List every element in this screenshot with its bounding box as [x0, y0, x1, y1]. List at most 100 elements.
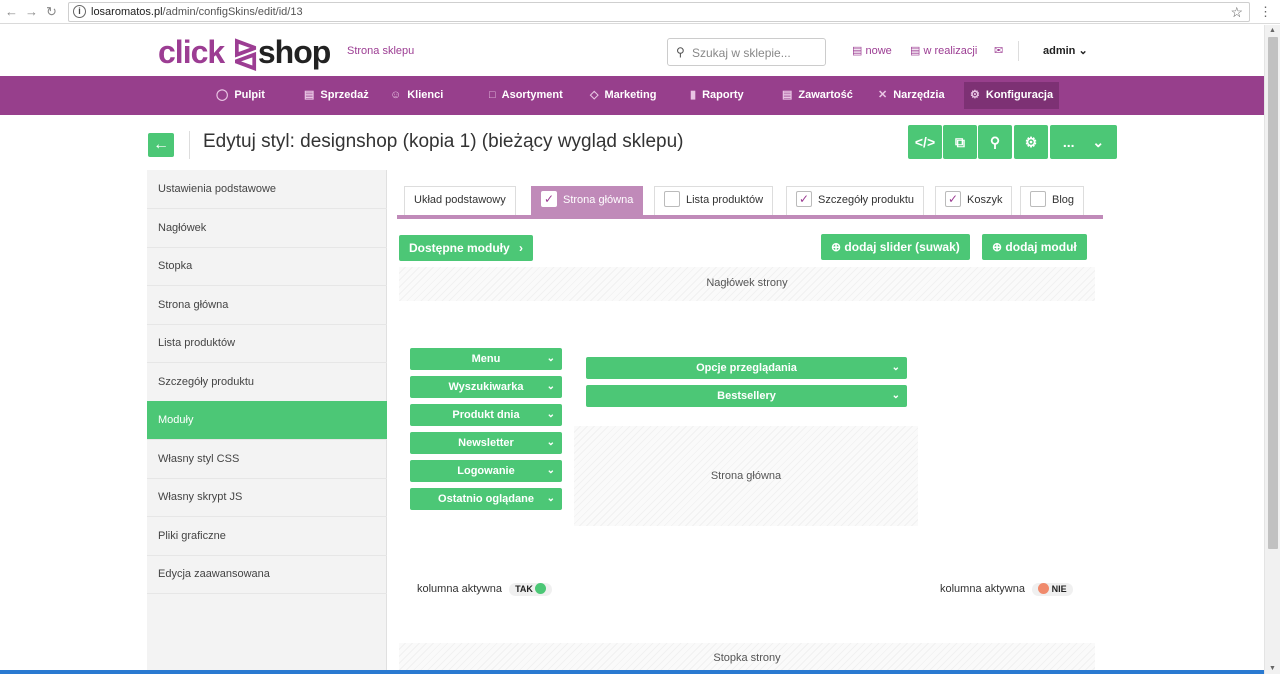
nav-item-asortyment[interactable]: □ Asortyment [489, 76, 563, 115]
mail-icon[interactable]: ✉ [994, 44, 1003, 57]
status-dot-inactive [1038, 583, 1050, 595]
top-header: click ⧎shop Strona sklepu ⚲ Szukaj w skl… [0, 25, 1264, 76]
nav-item-sprzedaz[interactable]: ▤ Sprzedaż [304, 76, 369, 115]
tab-uklad-podstawowy[interactable]: Układ podstawowy [404, 186, 516, 215]
sidebar-item-strona-glowna[interactable]: Strona główna [147, 286, 387, 325]
sidebar-item-pliki[interactable]: Pliki graficzne [147, 517, 387, 556]
module-bestsellery[interactable]: Bestsellery ⌄ [586, 385, 907, 407]
plus-circle-icon: ⊕ [831, 240, 842, 254]
store-link[interactable]: Strona sklepu [347, 45, 414, 57]
tab-lista-produktow[interactable]: Lista produktów [654, 186, 774, 215]
orders-new-link[interactable]: ▤ nowe [852, 44, 892, 57]
tab-strona-glowna[interactable]: ✓ Strona główna [531, 186, 644, 215]
user-menu[interactable]: admin ⌄ [1043, 44, 1088, 57]
nav-item-marketing[interactable]: ◇ Marketing [590, 76, 656, 115]
footer-zone[interactable]: Stopka strony [399, 643, 1095, 670]
scroll-up-icon[interactable]: ▲ [1269, 27, 1276, 34]
sidebar: Ustawienia podstawowe Nagłówek Stopka St… [147, 170, 387, 674]
right-column-toggle[interactable]: NIE [1032, 583, 1073, 597]
chevron-down-icon[interactable]: ⌄ [892, 357, 900, 379]
bar-chart-icon: ▮ [690, 89, 697, 101]
back-button[interactable]: ← [148, 133, 174, 157]
page-scrollbar[interactable]: ▲ ▼ [1264, 25, 1280, 674]
left-column-status: kolumna aktywna TAK [417, 583, 553, 597]
checkbox-icon[interactable] [664, 191, 680, 208]
browser-toolbar: ← → ↻ i losaromatos.pl/admin/configSkins… [0, 0, 1280, 24]
tools-icon: ✕ [878, 89, 888, 101]
sidebar-item-szczegoly[interactable]: Szczegóły produktu [147, 363, 387, 402]
checkbox-checked-icon[interactable]: ✓ [796, 191, 812, 208]
more-actions-button[interactable]: ... ⌄ [1050, 125, 1117, 159]
tab-szczegoly-produktu[interactable]: ✓ Szczegóły produktu [786, 186, 924, 215]
sidebar-item-css[interactable]: Własny styl CSS [147, 440, 387, 479]
code-view-button[interactable]: </> [908, 125, 942, 159]
reload-icon[interactable]: ↻ [46, 4, 57, 20]
tag-icon: ◇ [590, 89, 599, 101]
checkbox-icon[interactable] [1030, 191, 1046, 208]
nav-item-zawartosc[interactable]: ▤ Zawartość [782, 76, 853, 115]
address-bar[interactable]: i losaromatos.pl/admin/configSkins/edit/… [68, 2, 1250, 22]
chevron-down-icon[interactable]: ⌄ [547, 488, 555, 510]
divider [189, 131, 190, 159]
module-menu[interactable]: Menu ⌄ [410, 348, 562, 370]
checkbox-checked-icon[interactable]: ✓ [541, 191, 557, 208]
sidebar-item-naglowek[interactable]: Nagłówek [147, 209, 387, 248]
checkbox-checked-icon[interactable]: ✓ [945, 191, 961, 208]
scroll-down-icon[interactable]: ▼ [1269, 665, 1276, 672]
module-produkt-dnia[interactable]: Produkt dnia ⌄ [410, 404, 562, 426]
available-modules-button[interactable]: Dostępne moduły › [399, 235, 534, 261]
module-ostatnio-ogladane[interactable]: Ostatnio oglądane ⌄ [410, 488, 562, 510]
logo[interactable]: click ⧎shop [158, 33, 331, 71]
scrollbar-thumb[interactable] [1268, 37, 1278, 549]
orders-in-progress-link[interactable]: ▤ w realizacji [910, 44, 977, 57]
add-slider-button[interactable]: ⊕ dodaj slider (suwak) [821, 234, 970, 260]
bookmark-star-icon[interactable]: ☆ [1230, 4, 1243, 21]
page-title: Edytuj styl: designshop (kopia 1) (bieżą… [203, 131, 684, 152]
sidebar-item-moduly[interactable]: Moduły [147, 401, 387, 440]
chevron-down-icon[interactable]: ⌄ [547, 348, 555, 370]
main-zone[interactable]: Strona główna [574, 426, 918, 526]
sidebar-item-lista-produktow[interactable]: Lista produktów [147, 324, 387, 363]
back-arrow-icon[interactable]: ← [5, 4, 18, 20]
sidebar-item-ustawienia[interactable]: Ustawienia podstawowe [147, 170, 387, 209]
header-zone[interactable]: Nagłówek strony [399, 267, 1095, 301]
preview-button[interactable]: ⚲ [978, 125, 1012, 159]
left-column-toggle[interactable]: TAK [509, 583, 553, 597]
arrow-left-icon: ← [153, 136, 169, 153]
search-input[interactable]: ⚲ Szukaj w sklepie... [667, 38, 826, 66]
gear-icon: ⚙ [970, 89, 980, 101]
tab-blog[interactable]: Blog [1020, 186, 1085, 215]
chevron-down-icon[interactable]: ⌄ [547, 376, 555, 398]
nav-item-narzedzia[interactable]: ✕ Narzędzia [878, 76, 945, 115]
module-logowanie[interactable]: Logowanie ⌄ [410, 460, 562, 482]
tabs-underline [397, 215, 1103, 219]
gear-icon: ⚙ [1024, 134, 1038, 150]
add-module-button[interactable]: ⊕ dodaj moduł [982, 234, 1087, 260]
sidebar-item-edycja[interactable]: Edycja zaawansowana [147, 555, 387, 594]
module-newsletter[interactable]: Newsletter ⌄ [410, 432, 562, 454]
sidebar-item-js[interactable]: Własny skrypt JS [147, 478, 387, 517]
main-nav: ◯ Pulpit ▤ Sprzedaż ☺ Klienci □ Asortyment ◇… [0, 76, 1264, 115]
nav-item-konfiguracja[interactable]: ⚙ Konfiguracja [964, 82, 1060, 109]
info-icon[interactable]: i [73, 5, 86, 18]
nav-item-klienci[interactable]: ☺ Klienci [390, 76, 443, 115]
chevron-down-icon[interactable]: ⌄ [547, 432, 555, 454]
settings-button[interactable]: ⚙ [1014, 125, 1048, 159]
copy-button[interactable]: ⧉ [943, 125, 977, 159]
basket-icon: ▤ [852, 45, 863, 57]
tab-koszyk[interactable]: ✓ Koszyk [935, 186, 1013, 215]
nav-item-pulpit[interactable]: ◯ Pulpit [216, 76, 265, 115]
basket-icon: ▤ [910, 45, 921, 57]
chevron-down-icon[interactable]: ⌄ [547, 404, 555, 426]
module-opcje-przegladania[interactable]: Opcje przeglądania ⌄ [586, 357, 907, 379]
dashboard-icon: ◯ [216, 89, 229, 101]
nav-item-raporty[interactable]: ▮ Raporty [690, 76, 744, 115]
sidebar-item-stopka[interactable]: Stopka [147, 247, 387, 286]
chevron-down-icon[interactable]: ⌄ [892, 385, 900, 407]
basket-icon: ▤ [304, 89, 315, 101]
chevron-down-icon: ⌄ [1092, 134, 1105, 150]
module-wyszukiwarka[interactable]: Wyszukiwarka ⌄ [410, 376, 562, 398]
chevron-down-icon[interactable]: ⌄ [547, 460, 555, 482]
forward-arrow-icon[interactable]: → [25, 4, 38, 20]
browser-menu-icon[interactable]: ⋮ [1259, 4, 1272, 20]
